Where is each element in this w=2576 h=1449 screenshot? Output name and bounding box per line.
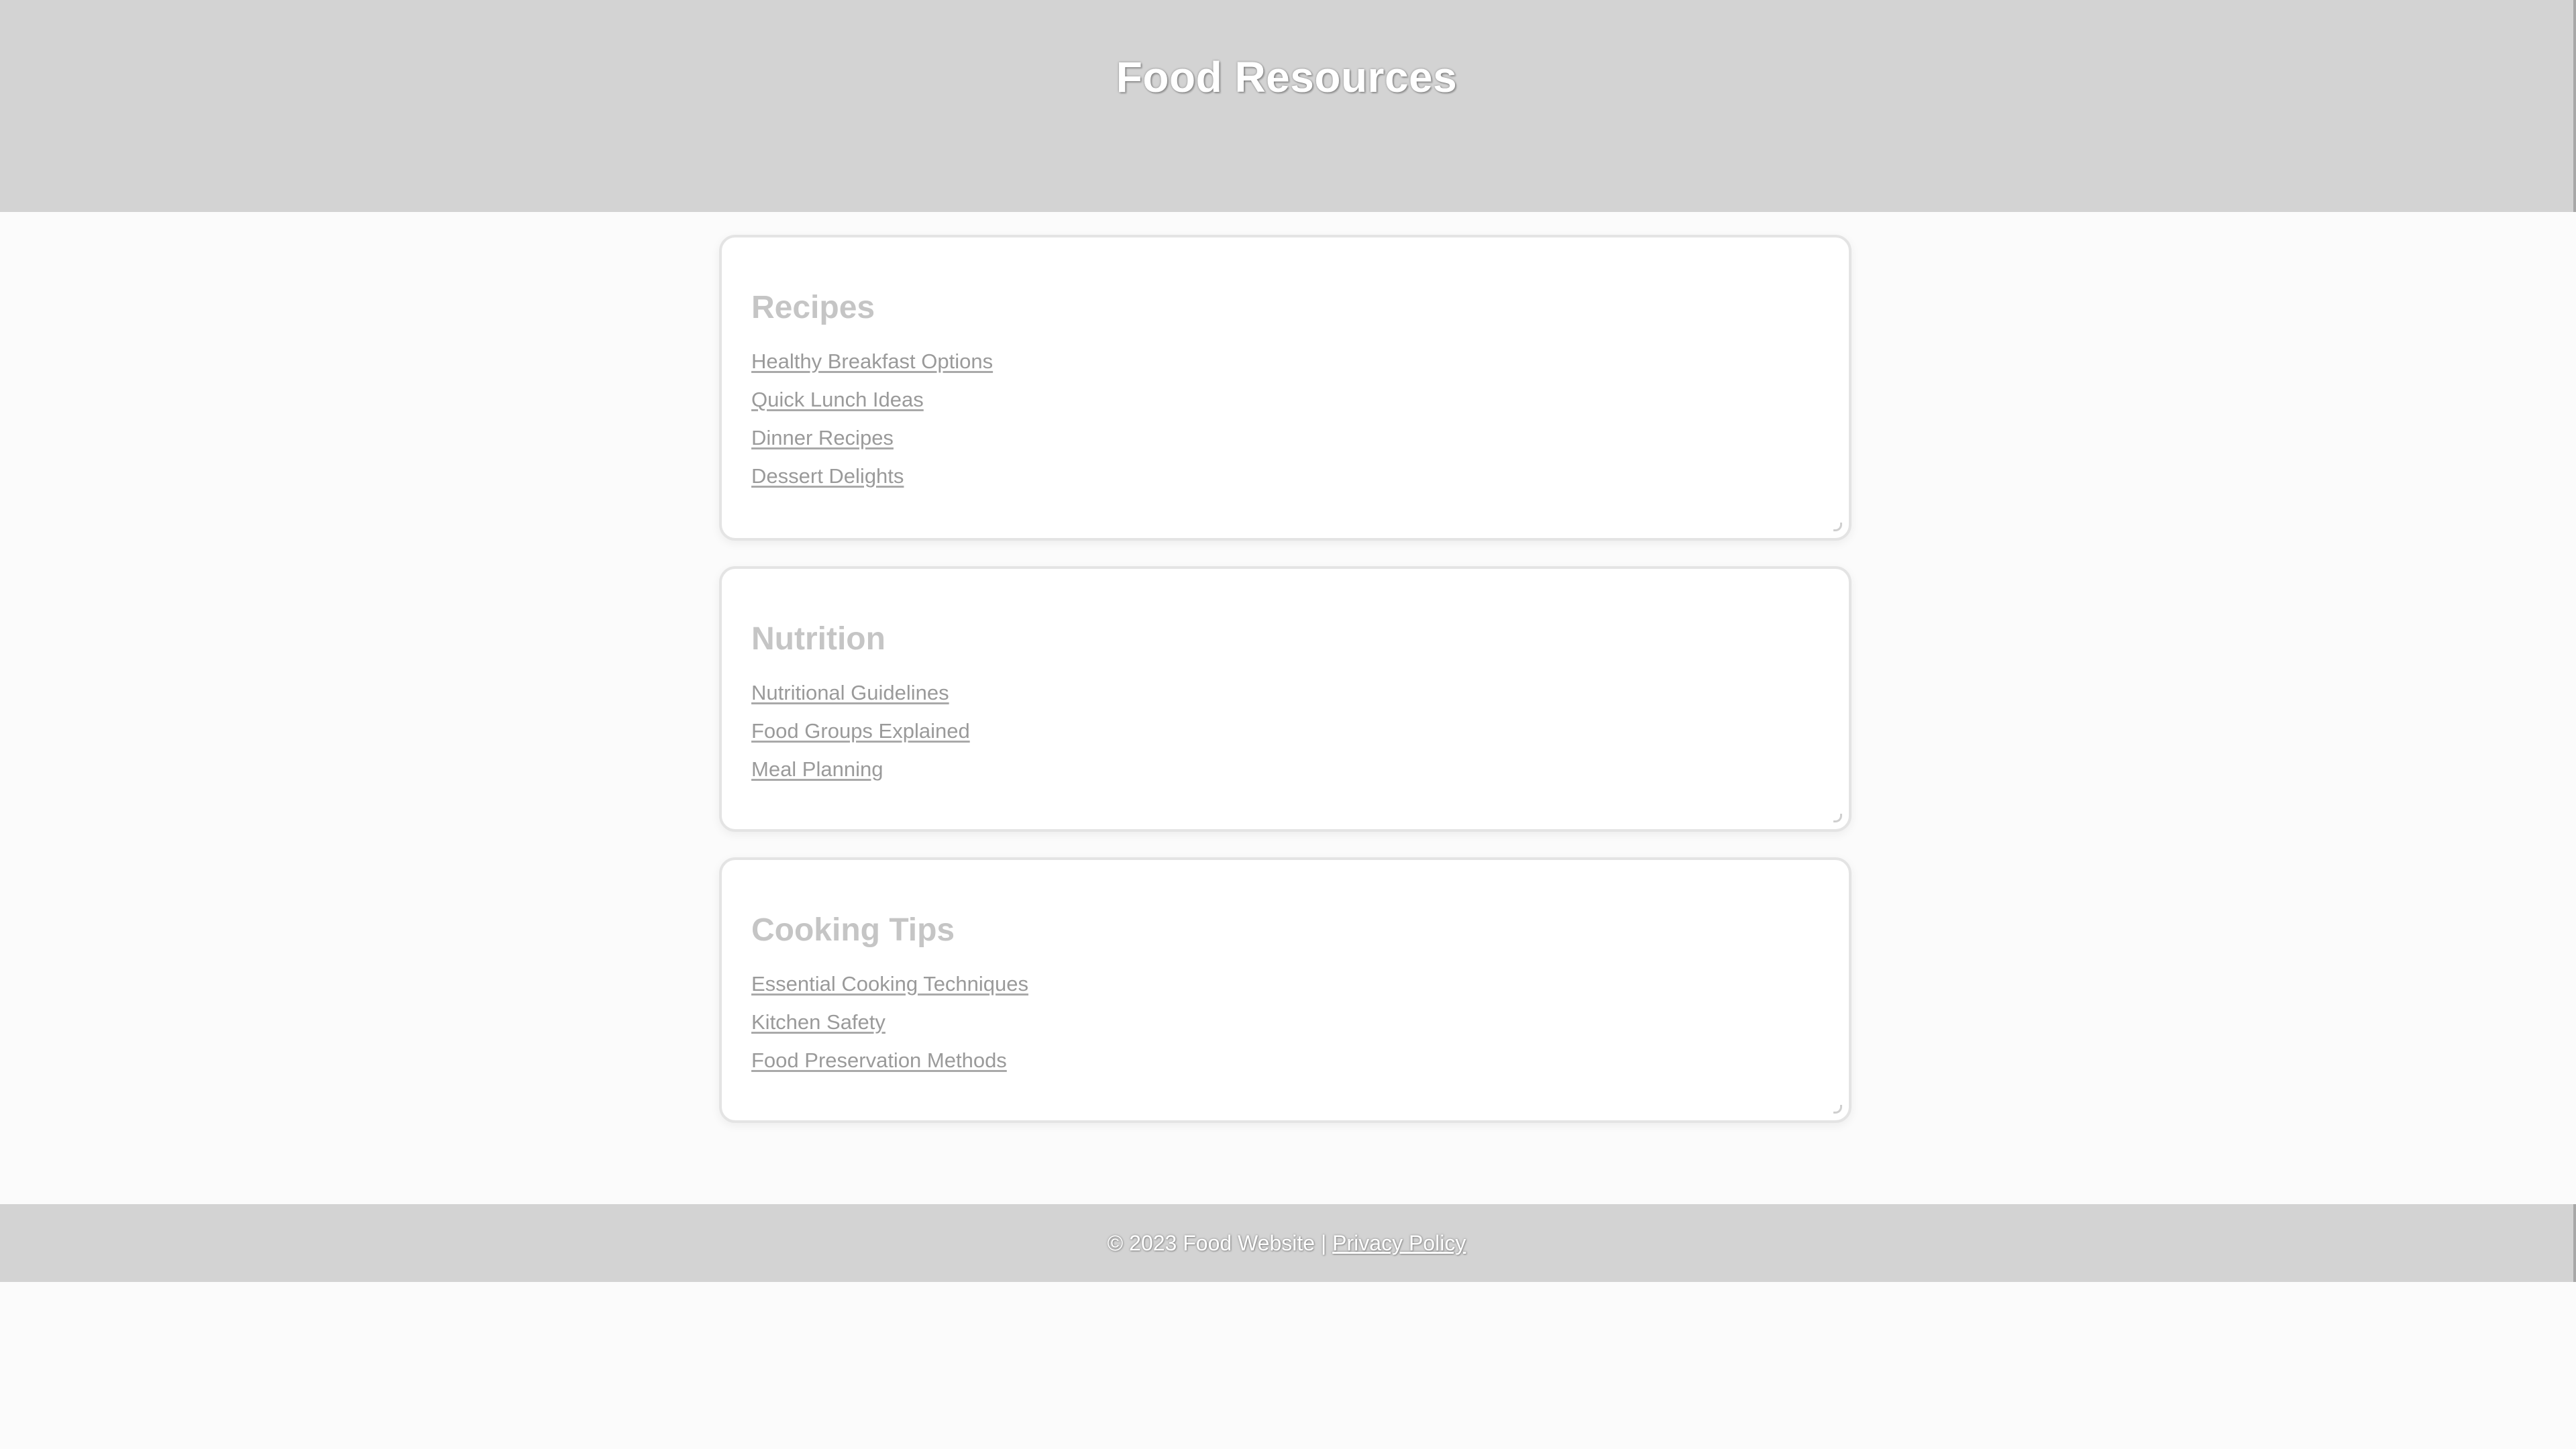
meal-planning-link[interactable]: Meal Planning — [751, 757, 883, 781]
dessert-delights-link[interactable]: Dessert Delights — [751, 464, 904, 488]
list-item: Essential Cooking Techniques — [751, 965, 1819, 1003]
main-content: Recipes Healthy Breakfast Options Quick … — [719, 235, 1851, 1148]
food-preservation-link[interactable]: Food Preservation Methods — [751, 1049, 1007, 1072]
cooking-tips-link-list: Essential Cooking Techniques Kitchen Saf… — [751, 965, 1819, 1079]
footer-copyright: © 2023 Food Website — [1107, 1231, 1316, 1255]
cooking-tips-heading: Cooking Tips — [751, 912, 955, 948]
recipes-card: Recipes Healthy Breakfast Options Quick … — [719, 235, 1851, 541]
cooking-tips-card: Cooking Tips Essential Cooking Technique… — [719, 857, 1851, 1123]
dinner-recipes-link[interactable]: Dinner Recipes — [751, 426, 894, 449]
list-item: Nutritional Guidelines — [751, 674, 1819, 712]
recipes-link-list: Healthy Breakfast Options Quick Lunch Id… — [751, 342, 1819, 495]
site-footer: © 2023 Food Website | Privacy Policy — [0, 1204, 2576, 1282]
list-item: Healthy Breakfast Options — [751, 342, 1819, 380]
nutrition-card: Nutrition Nutritional Guidelines Food Gr… — [719, 566, 1851, 832]
list-item: Food Groups Explained — [751, 712, 1819, 750]
list-item: Meal Planning — [751, 750, 1819, 788]
list-item: Kitchen Safety — [751, 1003, 1819, 1041]
list-item: Quick Lunch Ideas — [751, 380, 1819, 419]
recipes-heading: Recipes — [751, 290, 875, 325]
kitchen-safety-link[interactable]: Kitchen Safety — [751, 1010, 885, 1034]
site-header: Food Resources — [0, 0, 2576, 212]
site-title: Food Resources — [1116, 53, 1458, 101]
list-item: Food Preservation Methods — [751, 1041, 1819, 1079]
nutritional-guidelines-link[interactable]: Nutritional Guidelines — [751, 681, 949, 704]
healthy-breakfast-link[interactable]: Healthy Breakfast Options — [751, 350, 993, 373]
footer-separator: | — [1320, 1231, 1327, 1255]
nutrition-link-list: Nutritional Guidelines Food Groups Expla… — [751, 674, 1819, 788]
quick-lunch-link[interactable]: Quick Lunch Ideas — [751, 388, 924, 411]
food-groups-link[interactable]: Food Groups Explained — [751, 719, 970, 743]
nutrition-heading: Nutrition — [751, 621, 885, 657]
list-item: Dinner Recipes — [751, 419, 1819, 457]
privacy-policy-link[interactable]: Privacy Policy — [1332, 1231, 1466, 1255]
list-item: Dessert Delights — [751, 457, 1819, 495]
cooking-techniques-link[interactable]: Essential Cooking Techniques — [751, 972, 1028, 996]
